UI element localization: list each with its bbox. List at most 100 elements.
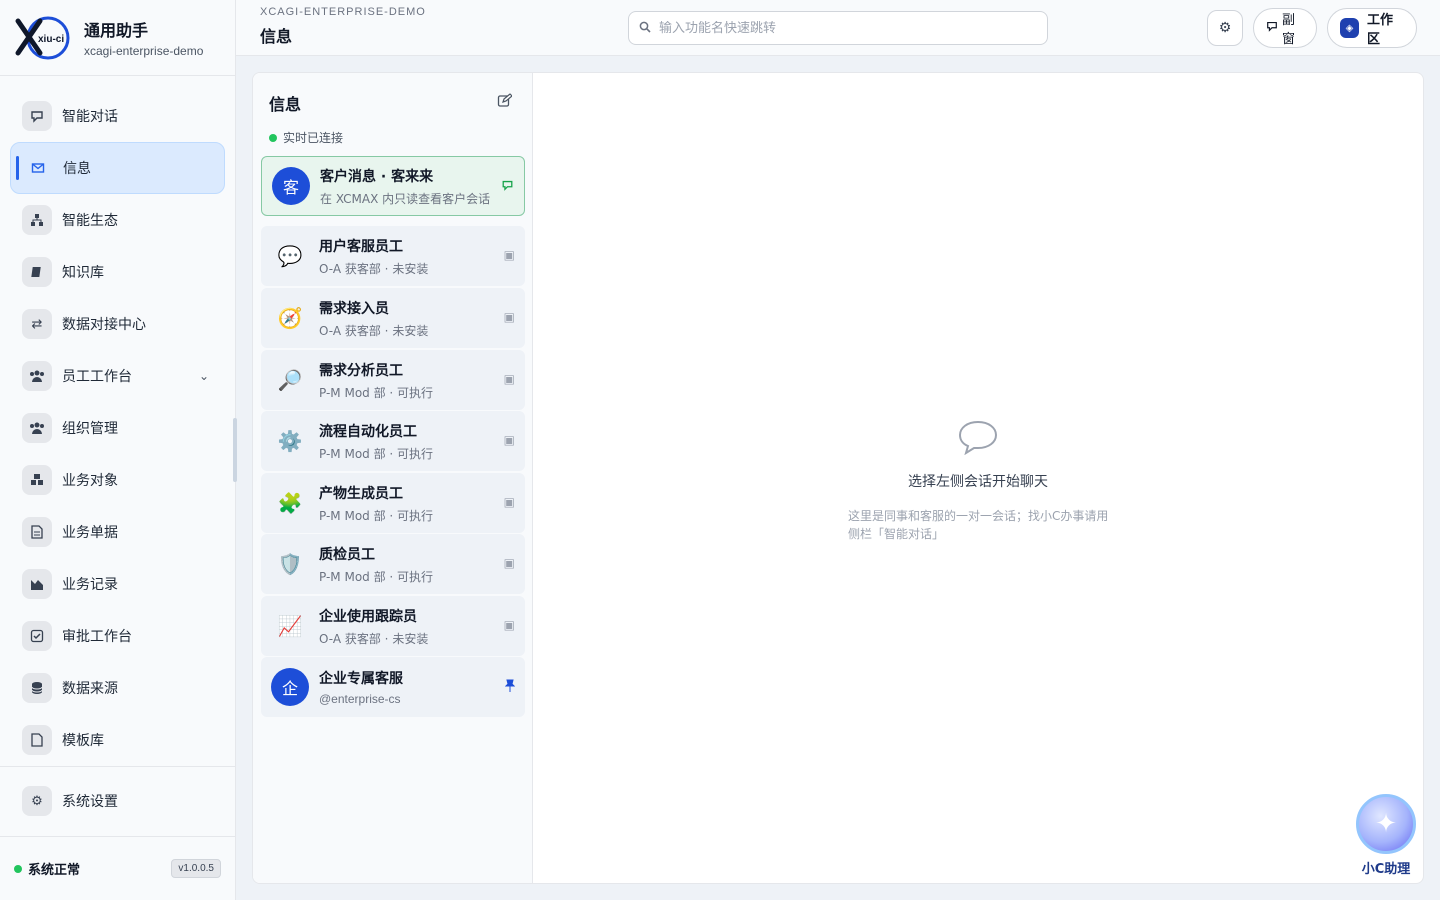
lock-icon: ▣: [503, 618, 515, 632]
pin-icon[interactable]: [504, 679, 516, 695]
conversation-item[interactable]: 企 企业专属客服 @enterprise-cs: [261, 657, 525, 717]
book-icon: [22, 257, 52, 287]
conversation-subtitle: P-M Mod 部 · 可执行: [319, 508, 434, 523]
workspace-label: 工作区: [1366, 13, 1393, 47]
sidebar-item-label: 业务记录: [62, 577, 118, 593]
conversation-item[interactable]: ⚙️ 流程自动化员工 P-M Mod 部 · 可执行 ▣: [261, 411, 525, 471]
sidebar-item-label: 审批工作台: [62, 629, 132, 645]
brand-subtitle: xcagi-enterprise-demo: [84, 44, 204, 58]
sidebar-item-business-docs[interactable]: 业务单据: [10, 506, 225, 558]
gear-icon: ⚙: [1218, 20, 1232, 36]
sidebar-item-label: 数据来源: [62, 681, 118, 697]
sidebar-item-label: 智能生态: [62, 213, 118, 229]
sidebar-item-business-records[interactable]: 业务记录: [10, 558, 225, 610]
compose-icon[interactable]: [497, 93, 513, 112]
mail-icon: [23, 153, 53, 183]
empty-title: 选择左侧会话开始聊天: [908, 474, 1048, 490]
workspace-icon: ◈: [1340, 18, 1359, 38]
assistant-label: 小C助理: [1361, 862, 1411, 877]
connection-text: 实时已连接: [283, 131, 344, 145]
sidebar-item-org[interactable]: 组织管理: [10, 402, 225, 454]
conversation-item[interactable]: 📈 企业使用跟踪员 O-A 获客部 · 未安装 ▣: [261, 596, 525, 656]
conversation-item[interactable]: 🧩 产物生成员工 P-M Mod 部 · 可执行 ▣: [261, 473, 525, 533]
conversation-item[interactable]: 🛡️ 质检员工 P-M Mod 部 · 可执行 ▣: [261, 534, 525, 594]
sidebar-item-employee-workbench[interactable]: 员工工作台 ⌄: [10, 350, 225, 402]
breadcrumb: XCAGI-ENTERPRISE-DEMO: [260, 6, 426, 18]
search-icon: [639, 21, 651, 36]
sidebar-item-data-center[interactable]: ⇄ 数据对接中心: [10, 298, 225, 350]
float-window-button[interactable]: 副窗: [1253, 8, 1317, 48]
lock-icon: ▣: [503, 372, 515, 386]
avatar: 企: [271, 668, 309, 706]
lock-icon: ▣: [503, 310, 515, 324]
database-icon: [22, 673, 52, 703]
conversation-subtitle: P-M Mod 部 · 可执行: [319, 385, 434, 400]
sidebar-item-data-sources[interactable]: 数据来源: [10, 662, 225, 714]
connection-status: 实时已连接: [269, 129, 343, 146]
float-window-label: 副窗: [1282, 13, 1296, 47]
sidebar: xiu-ci 通用助手 xcagi-enterprise-demo 智能对话 信…: [0, 0, 237, 900]
sidebar-item-knowledge[interactable]: 知识库: [10, 246, 225, 298]
sidebar-item-label: 业务对象: [62, 473, 118, 489]
sidebar-item-ecosystem[interactable]: 智能生态: [10, 194, 225, 246]
avatar: 客: [272, 167, 310, 205]
online-dot: [269, 133, 277, 142]
conversation-item[interactable]: 🔎 需求分析员工 P-M Mod 部 · 可执行 ▣: [261, 350, 525, 410]
file-icon: [22, 725, 52, 755]
brand[interactable]: xiu-ci 通用助手 xcagi-enterprise-demo: [0, 0, 235, 76]
sidebar-item-label: 模板库: [62, 733, 104, 749]
search-box[interactable]: [628, 11, 1048, 45]
assistant-launcher[interactable]: ✦ 小C助理: [1355, 794, 1417, 877]
conversation-name: 企业使用跟踪员: [319, 608, 417, 625]
lock-icon: ▣: [503, 433, 515, 447]
sidebar-item-messages[interactable]: 信息: [10, 142, 225, 194]
search-input[interactable]: [659, 20, 1019, 36]
conversation-name: 需求接入员: [319, 300, 389, 317]
sidebar-item-label: 业务单据: [62, 525, 118, 541]
conversation-subtitle: P-M Mod 部 · 可执行: [319, 569, 434, 584]
check-square-icon: [22, 621, 52, 651]
cubes-icon: [22, 465, 52, 495]
chart-icon: [22, 569, 52, 599]
conversation-subtitle: 在 XCMAX 内只读查看客户会话: [320, 191, 491, 206]
brand-title: 通用助手: [84, 21, 149, 40]
conversation-name: 客户消息 · 客来来: [320, 168, 434, 185]
conversation-subtitle: @enterprise-cs: [319, 692, 401, 706]
sidebar-item-templates[interactable]: 模板库: [10, 714, 225, 766]
workspace-button[interactable]: ◈ 工作区: [1327, 8, 1417, 48]
conversation-item[interactable]: 客 客户消息 · 客来来 在 XCMAX 内只读查看客户会话: [261, 156, 525, 216]
conversation-name: 产物生成员工: [319, 485, 403, 502]
lock-icon: ▣: [503, 495, 515, 509]
avatar: 🛡️: [277, 552, 303, 576]
settings-button[interactable]: ⚙: [1207, 10, 1243, 46]
avatar: ⚙️: [277, 429, 303, 453]
hierarchy-icon: [22, 205, 52, 235]
messages-panel: 信息 实时已连接 客 客户消息 · 客来来 在 XCMAX 内只读查看客户会话 …: [252, 72, 1424, 884]
conversation-item[interactable]: 🧭 需求接入员 O-A 获客部 · 未安装 ▣: [261, 288, 525, 348]
logo-text: xiu-ci: [38, 34, 64, 45]
sidebar-item-chat[interactable]: 智能对话: [10, 90, 225, 142]
conversation-name: 流程自动化员工: [319, 423, 417, 440]
status-text: 系统正常: [28, 863, 81, 878]
page-title: 信息: [260, 27, 293, 46]
conversation-item[interactable]: 💬 用户客服员工 O-A 获客部 · 未安装 ▣: [261, 226, 525, 286]
sidebar-item-label: 数据对接中心: [62, 317, 146, 333]
sidebar-item-settings[interactable]: ⚙ 系统设置: [10, 775, 225, 827]
chat-empty-state: 选择左侧会话开始聊天 这里是同事和客服的一对一会话；找小C办事请用侧栏「智能对话…: [533, 73, 1423, 883]
lock-icon: ▣: [503, 556, 515, 570]
empty-description: 这里是同事和客服的一对一会话；找小C办事请用侧栏「智能对话」: [848, 509, 1109, 541]
status-dot: [14, 864, 22, 873]
topbar: XCAGI-ENTERPRISE-DEMO 信息 ⚙ 副窗 ◈ 工作区: [236, 0, 1440, 56]
chat-icon: [1266, 20, 1278, 36]
chevron-down-icon[interactable]: ⌄: [199, 369, 209, 383]
sidebar-item-approval[interactable]: 审批工作台: [10, 610, 225, 662]
sidebar-scrollbar[interactable]: [233, 418, 237, 482]
avatar: 💬: [277, 244, 303, 268]
conversation-subtitle: O-A 获客部 · 未安装: [319, 261, 429, 276]
lock-icon: ▣: [503, 248, 515, 262]
sidebar-item-business-objects[interactable]: 业务对象: [10, 454, 225, 506]
brand-logo: xiu-ci: [15, 16, 70, 59]
chat-icon: [22, 101, 52, 131]
sidebar-item-label: 知识库: [62, 265, 104, 281]
sidebar-item-label: 信息: [63, 161, 91, 177]
